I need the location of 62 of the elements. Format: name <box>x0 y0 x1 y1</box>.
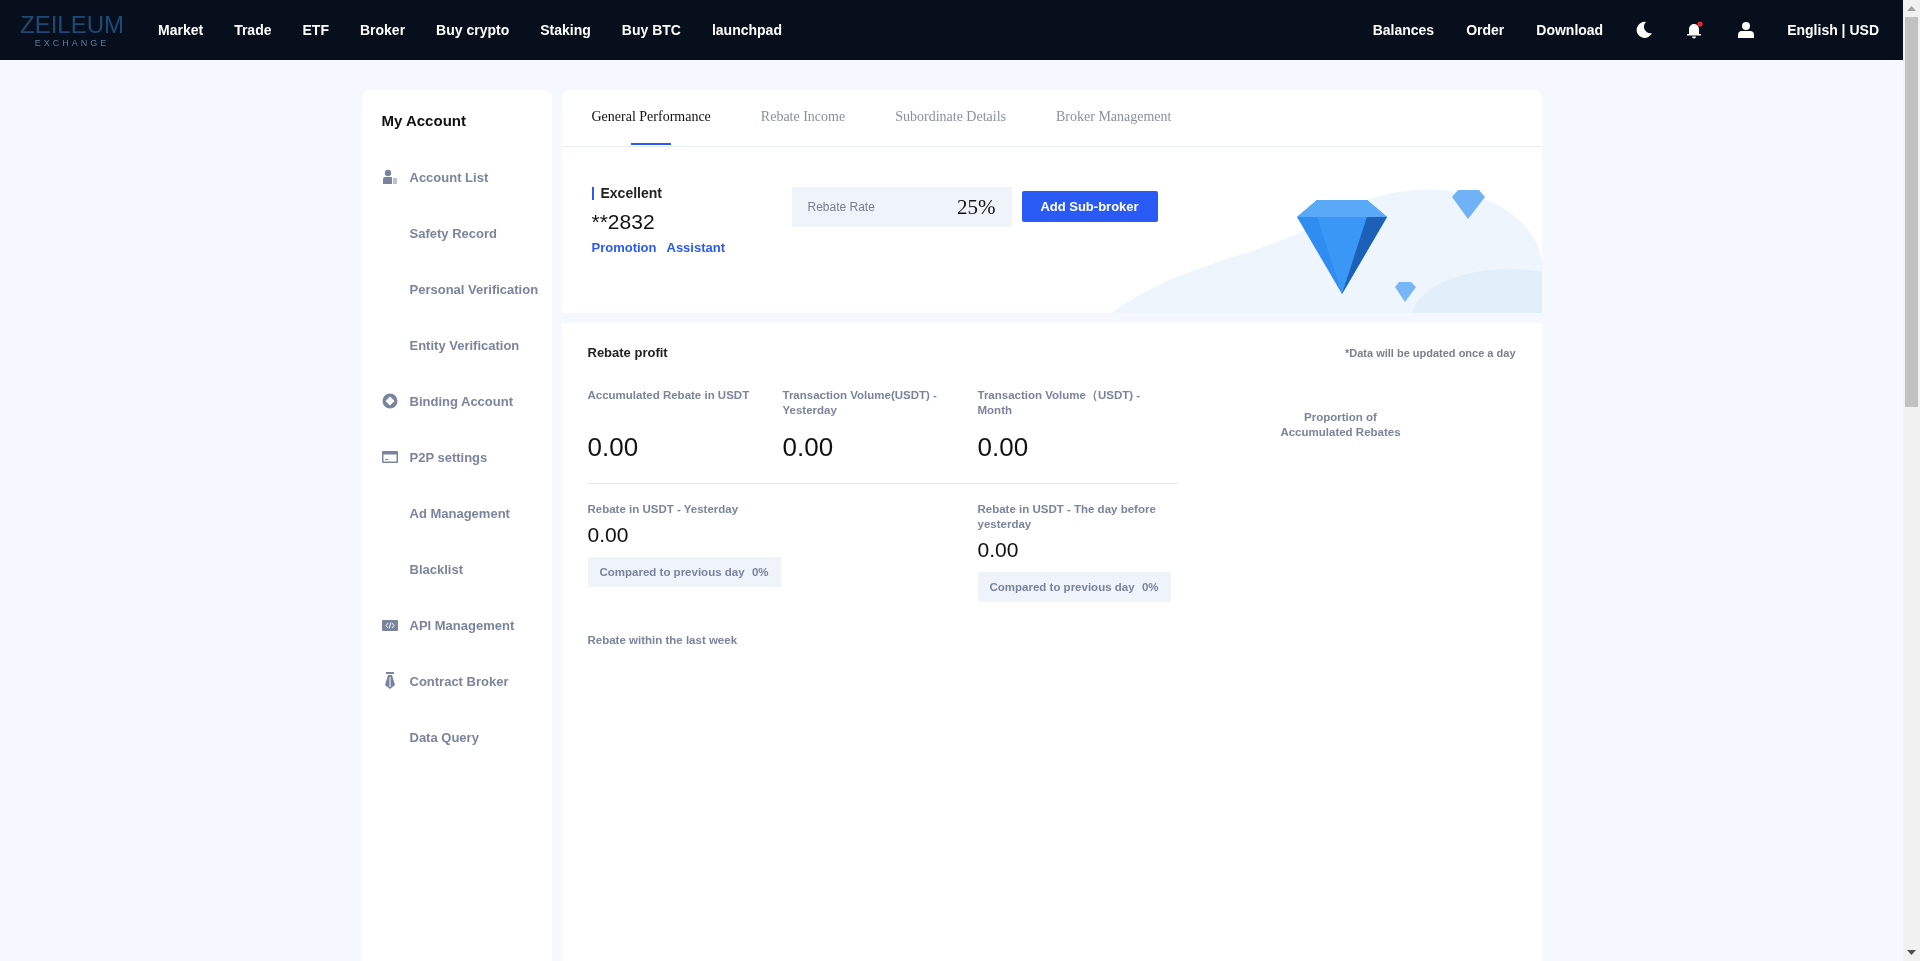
stat-value: 0.00 <box>977 432 1030 463</box>
tab[interactable]: Rebate Income <box>760 90 846 146</box>
tab[interactable]: Subordinate Details <box>895 90 1006 146</box>
scrollbar-thumb[interactable] <box>1905 17 1918 407</box>
account-id: **2832 <box>591 210 656 234</box>
sidebar-item[interactable]: Binding Account <box>381 373 552 429</box>
stat-value: 0.00 <box>782 432 835 463</box>
nav-link[interactable]: Order <box>1466 22 1505 38</box>
sidebar-item[interactable]: Account List <box>381 149 552 205</box>
update-note: *Data will be updated once a day <box>1344 346 1516 359</box>
chart-title: Proportion of Accumulated Rebates <box>1279 410 1402 440</box>
logo[interactable]: ZEILEUM EXCHANGE <box>22 12 122 48</box>
sidebar-item[interactable]: Data Query <box>381 709 552 765</box>
add-sub-broker-button[interactable]: Add Sub-broker <box>1021 191 1158 222</box>
nav-link[interactable]: Buy crypto <box>436 22 510 38</box>
nav-link[interactable]: Staking <box>540 22 591 38</box>
sidebar-item[interactable]: P2P settings <box>381 429 552 485</box>
sidebar-item[interactable]: Personal Verification <box>381 261 552 317</box>
comparison-value: 0% <box>751 566 769 578</box>
stat-value: 0.00 <box>977 538 1020 562</box>
chart-title: Rebate within the last week <box>587 634 739 646</box>
diamond-circle-icon <box>381 393 398 409</box>
comparison-label: Compared to previous day <box>989 581 1135 593</box>
comparison-label: Compared to previous day <box>599 566 745 578</box>
stat-label: Transaction Volume（USDT) - Month <box>977 388 1142 418</box>
user-icon[interactable] <box>1737 21 1756 39</box>
sidebar-item[interactable]: Ad Management <box>381 485 552 541</box>
stat-label: Accumulated Rebate in USDT <box>587 388 751 403</box>
comparison-value: 0% <box>1141 581 1159 593</box>
sidebar-item[interactable]: Entity Verification <box>381 317 552 373</box>
scrollbar[interactable] <box>1903 0 1920 961</box>
stat-label: Rebate in USDT - The day before yesterday <box>977 502 1157 532</box>
sidebar-item[interactable]: Blacklist <box>381 541 552 597</box>
account-list-icon <box>381 169 398 185</box>
stat-label: Rebate in USDT - Yesterday <box>587 502 740 517</box>
language-currency-selector[interactable]: English | USD <box>1787 22 1879 38</box>
rebate-rate-label: Rebate Rate <box>807 200 875 214</box>
nav-link[interactable]: Trade <box>234 22 272 38</box>
nav-link[interactable]: Download <box>1536 22 1604 38</box>
sidebar-item[interactable]: Contract Broker <box>381 653 552 709</box>
link[interactable]: Assistant <box>666 240 726 255</box>
nav-link[interactable]: Buy BTC <box>621 22 681 38</box>
nav-link[interactable]: launchpad <box>711 22 782 38</box>
nav-link[interactable]: ETF <box>302 22 329 38</box>
sidebar-item[interactable]: API Management <box>381 597 552 653</box>
tab[interactable]: General Performance <box>591 90 711 146</box>
card-icon <box>381 451 398 463</box>
sidebar-title: My Account <box>381 112 467 129</box>
tab[interactable]: Broker Management <box>1056 90 1172 146</box>
nav-link[interactable]: Balances <box>1372 22 1435 38</box>
nav-link[interactable]: Market <box>158 22 204 38</box>
stat-label: Transaction Volume(USDT) - Yesterday <box>782 388 938 418</box>
moon-icon[interactable] <box>1635 21 1654 39</box>
notification-bell-icon[interactable] <box>1685 21 1706 39</box>
rebate-rate-value: 25% <box>957 194 996 220</box>
section-title: Rebate profit <box>587 345 668 360</box>
nav-link[interactable]: Broker <box>359 22 406 38</box>
link[interactable]: Promotion <box>591 240 657 255</box>
sidebar-item[interactable]: Safety Record <box>381 205 552 261</box>
stat-value: 0.00 <box>587 523 630 547</box>
stat-value: 0.00 <box>587 432 640 463</box>
code-icon <box>381 619 398 631</box>
